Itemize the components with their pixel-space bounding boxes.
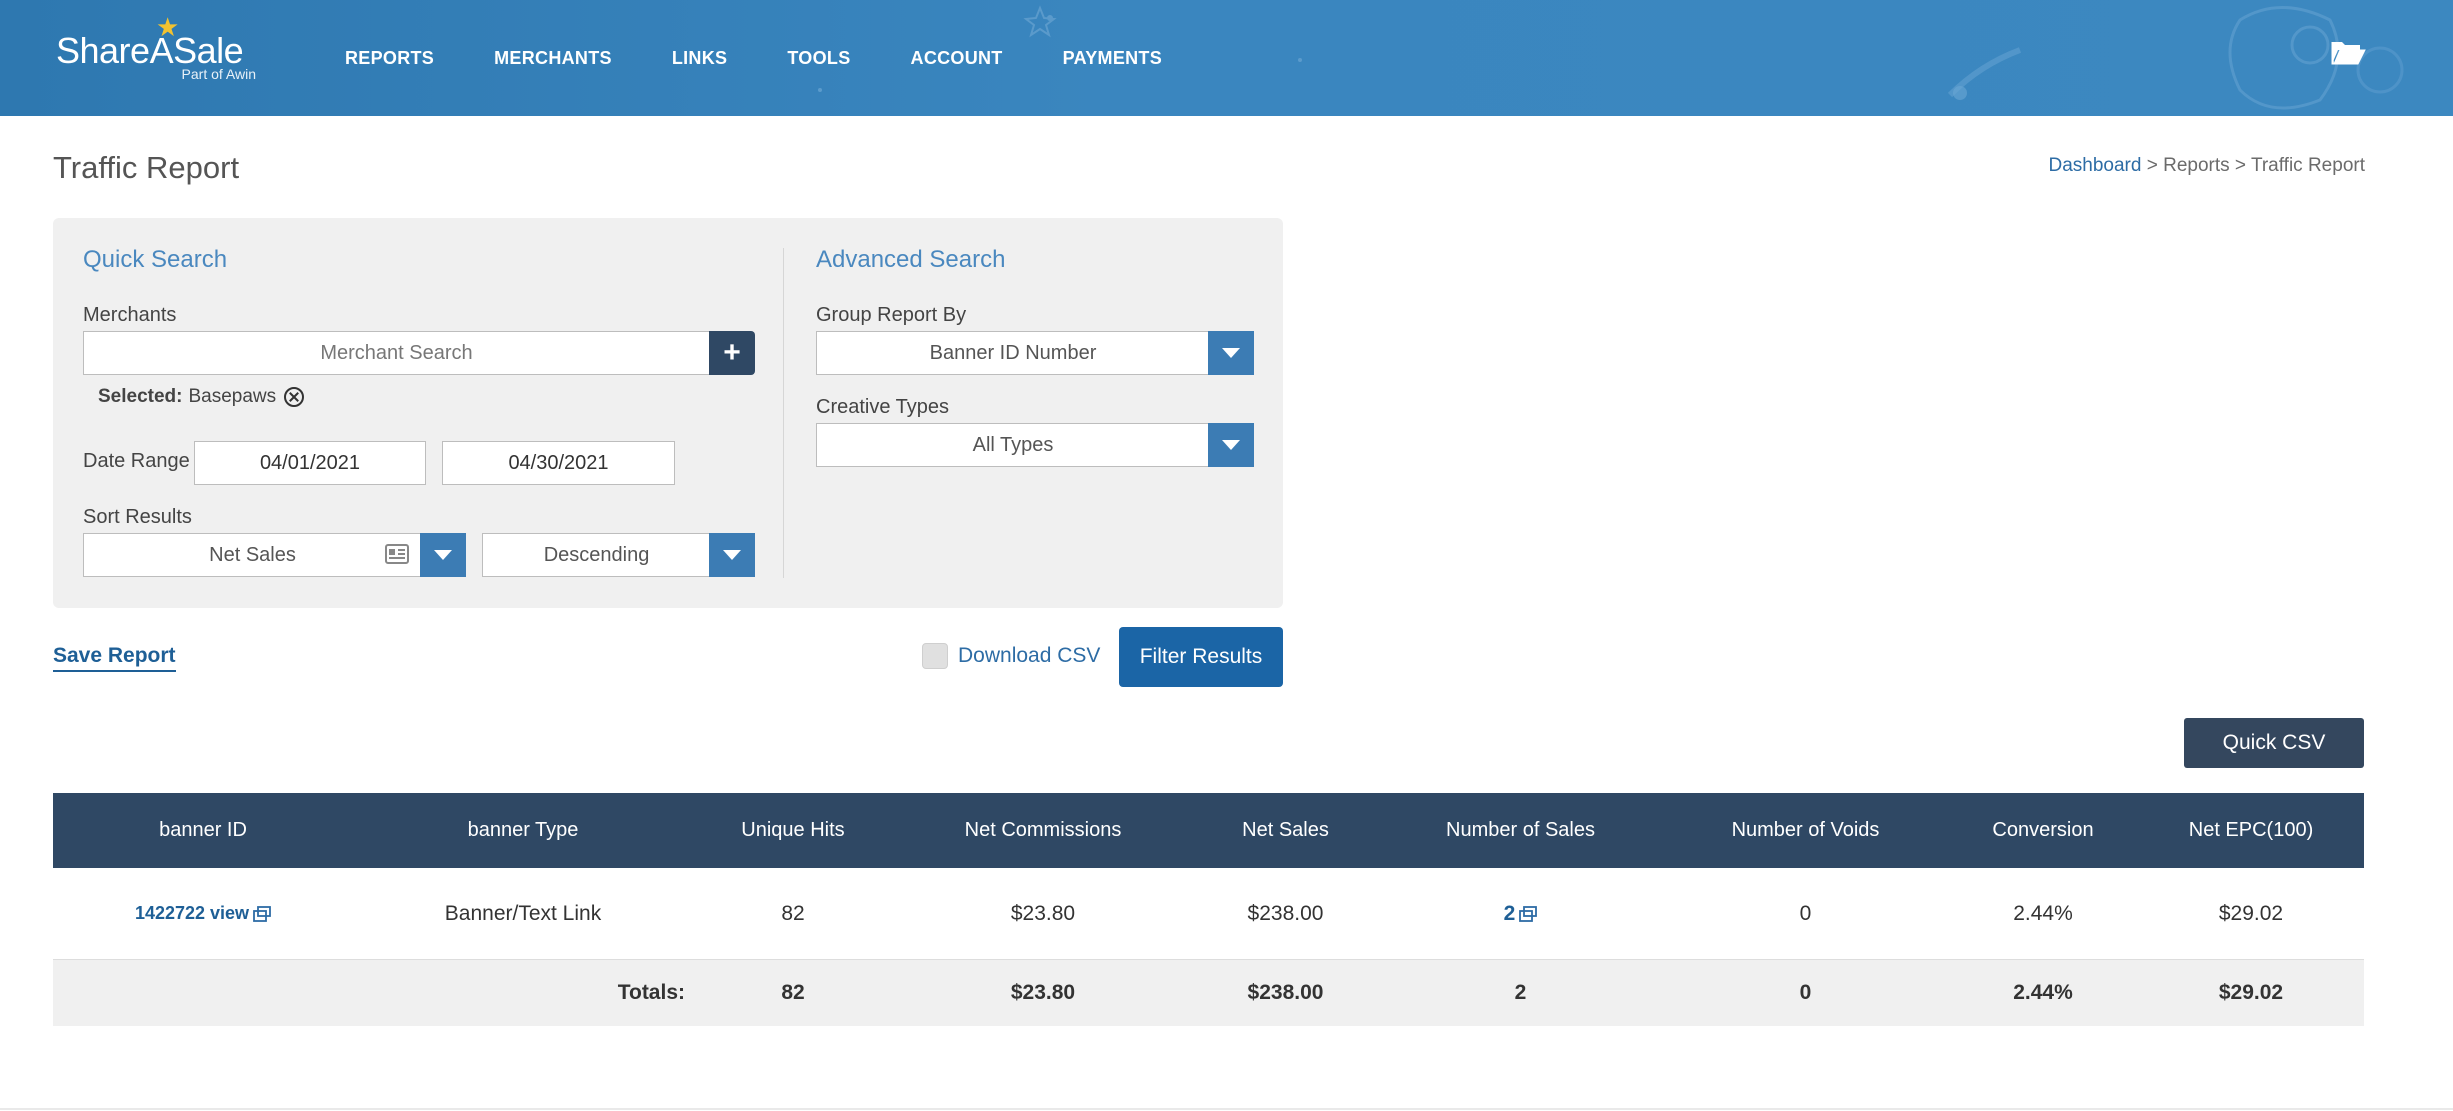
group-report-by-value: Banner ID Number	[929, 342, 1097, 364]
add-merchant-button[interactable]: +	[709, 331, 755, 375]
chevron-down-icon[interactable]	[1208, 331, 1254, 375]
external-link-icon[interactable]	[1519, 905, 1538, 922]
nav-merchants[interactable]: MERCHANTS	[494, 48, 612, 69]
filter-results-button[interactable]: Filter Results	[1119, 627, 1283, 687]
table-row: 1422722 view Banner/Text Link 82 $23.80 …	[53, 868, 2364, 960]
cell-banner-type: Banner/Text Link	[444, 901, 602, 925]
date-from-input[interactable]	[194, 441, 426, 485]
sharesale-logo[interactable]: ★ ShareASale Part of Awin	[56, 14, 256, 84]
creative-types-value: All Types	[972, 434, 1054, 456]
panel-divider	[783, 248, 784, 578]
sort-results-label: Sort Results	[83, 506, 192, 528]
nav-reports[interactable]: REPORTS	[345, 48, 434, 69]
nav-links[interactable]: LINKS	[672, 48, 728, 69]
footer-divider	[0, 1108, 2453, 1110]
download-csv-option[interactable]: Download CSV	[922, 643, 1100, 669]
col-number-of-voids[interactable]: Number of Voids	[1663, 793, 1948, 868]
col-unique-hits[interactable]: Unique Hits	[693, 793, 893, 868]
date-to-input[interactable]	[442, 441, 675, 485]
number-of-sales-link[interactable]: 2	[1504, 902, 1516, 926]
total-number-of-sales: 2	[1514, 981, 1527, 1004]
plus-icon: +	[723, 336, 741, 369]
creative-types-label: Creative Types	[816, 396, 950, 418]
table-header: banner ID banner Type Unique Hits Net Co…	[53, 793, 2364, 868]
breadcrumb: Dashboard > Reports > Traffic Report	[2049, 155, 2366, 177]
creative-types-select[interactable]: All Types	[816, 423, 1254, 467]
merchants-label: Merchants	[83, 304, 177, 326]
save-report-link[interactable]: Save Report	[53, 644, 176, 672]
cell-number-of-sales: 2	[1378, 868, 1663, 959]
cell-net-epc: $29.02	[2218, 901, 2284, 925]
top-header: ★ ShareASale Part of Awin REPORTS MERCHA…	[0, 0, 2453, 116]
sort-by-value: Net Sales	[209, 544, 296, 566]
cell-number-of-voids: 0	[1799, 901, 1812, 925]
download-csv-checkbox[interactable]	[922, 643, 948, 669]
table-totals-row: Totals: 82 $23.80 $238.00 2 0 2.44% $29.…	[53, 960, 2364, 1026]
total-net-epc: $29.02	[2218, 981, 2284, 1004]
total-number-of-voids: 0	[1799, 981, 1812, 1004]
cell-net-commissions: $23.80	[1010, 901, 1076, 925]
merchant-search-input[interactable]	[83, 331, 710, 375]
col-banner-type[interactable]: banner Type	[353, 793, 693, 868]
cell-conversion: 2.44%	[2013, 901, 2073, 925]
page-title: Traffic Report	[53, 150, 240, 185]
col-net-epc[interactable]: Net EPC(100)	[2138, 793, 2364, 868]
download-csv-label[interactable]: Download CSV	[958, 644, 1100, 668]
col-conversion[interactable]: Conversion	[1948, 793, 2138, 868]
logo-tagline: Part of Awin	[181, 66, 256, 82]
totals-label: Totals:	[617, 981, 685, 1004]
total-net-sales: $238.00	[1247, 981, 1324, 1004]
external-link-icon[interactable]	[253, 905, 271, 922]
cell-banner-id: 1422722 view	[53, 868, 353, 959]
breadcrumb-current: Traffic Report	[2250, 155, 2365, 176]
id-card-icon	[385, 544, 409, 564]
nav-payments[interactable]: PAYMENTS	[1063, 48, 1162, 69]
advanced-search-title: Advanced Search	[816, 246, 1006, 273]
nav-account[interactable]: ACCOUNT	[911, 48, 1003, 69]
quick-csv-button[interactable]: Quick CSV	[2184, 718, 2364, 768]
group-report-by-label: Group Report By	[816, 304, 967, 326]
group-report-by-select[interactable]: Banner ID Number	[816, 331, 1254, 375]
nav-tools[interactable]: TOOLS	[787, 48, 850, 69]
breadcrumb-separator: >	[2141, 155, 2164, 176]
date-range-label: Date Range	[83, 450, 190, 472]
cell-net-sales: $238.00	[1247, 901, 1324, 925]
total-conversion: 2.44%	[2013, 981, 2073, 1004]
selected-merchant-name: Basepaws	[188, 386, 277, 407]
chevron-down-icon[interactable]	[709, 533, 755, 577]
sort-order-select[interactable]: Descending	[482, 533, 755, 577]
col-net-commissions[interactable]: Net Commissions	[893, 793, 1193, 868]
total-net-commissions: $23.80	[1010, 981, 1076, 1004]
banner-id-link[interactable]: 1422722 view	[135, 903, 249, 924]
chevron-down-icon[interactable]	[1208, 423, 1254, 467]
total-unique-hits: 82	[781, 981, 805, 1004]
col-net-sales[interactable]: Net Sales	[1193, 793, 1378, 868]
breadcrumb-reports: Reports	[2163, 155, 2230, 176]
col-number-of-sales[interactable]: Number of Sales	[1378, 793, 1663, 868]
remove-merchant-icon[interactable]	[284, 387, 305, 407]
chevron-down-icon[interactable]	[420, 533, 466, 577]
breadcrumb-dashboard[interactable]: Dashboard	[2049, 155, 2142, 176]
col-banner-id[interactable]: banner ID	[53, 793, 353, 868]
traffic-report-table: banner ID banner Type Unique Hits Net Co…	[53, 793, 2364, 1026]
cell-unique-hits: 82	[781, 901, 805, 925]
breadcrumb-separator: >	[2229, 155, 2251, 176]
search-panel: Quick Search Merchants + Selected: Basep…	[53, 218, 1283, 608]
folder-open-icon[interactable]	[2330, 38, 2366, 68]
main-nav: REPORTS MERCHANTS LINKS TOOLS ACCOUNT PA…	[345, 0, 1222, 116]
sort-by-select[interactable]: Net Sales	[83, 533, 466, 577]
selected-label: Selected:	[98, 386, 183, 407]
quick-search-title: Quick Search	[83, 246, 228, 273]
selected-merchant: Selected: Basepaws	[98, 386, 305, 408]
sort-order-value: Descending	[543, 544, 650, 566]
